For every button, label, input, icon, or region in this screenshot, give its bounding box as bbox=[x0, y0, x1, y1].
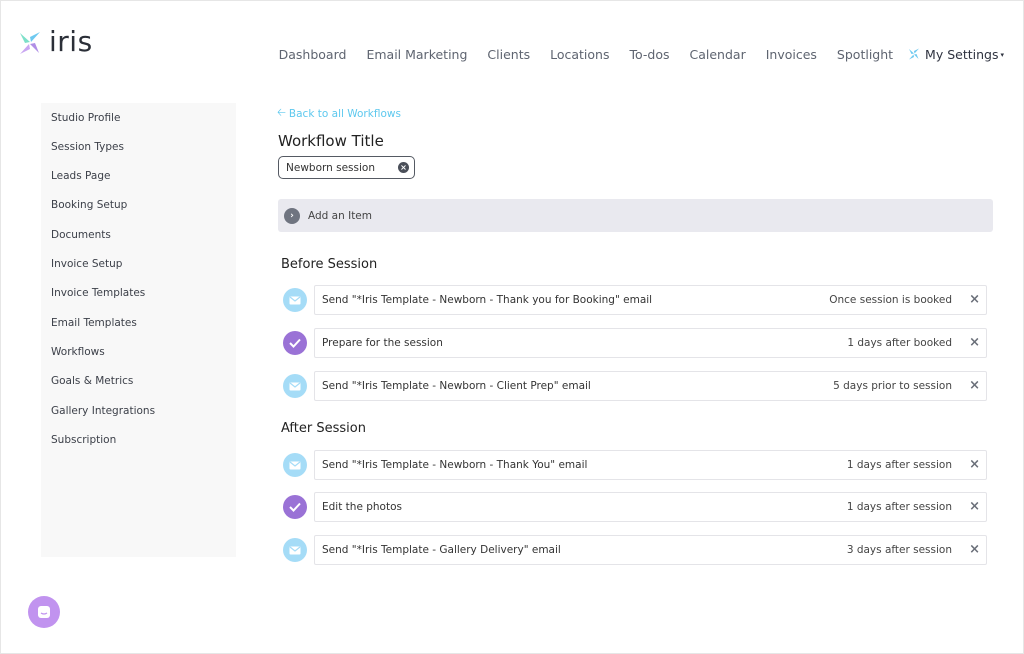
sidebar-item-goals-metrics[interactable]: Goals & Metrics bbox=[51, 375, 133, 387]
envelope-icon bbox=[283, 538, 307, 562]
sidebar-item-workflows[interactable]: Workflows bbox=[51, 346, 105, 358]
workflow-row: Prepare for the session 1 days after boo… bbox=[283, 328, 987, 358]
my-settings-label: My Settings bbox=[925, 46, 999, 62]
back-to-workflows-link[interactable]: 🡠 Back to all Workflows bbox=[277, 104, 401, 123]
workflow-item-timing[interactable]: 5 days prior to session bbox=[833, 380, 952, 392]
workflow-item-card[interactable]: Edit the photos 1 days after session × bbox=[314, 492, 987, 522]
workflow-row: Send "*Iris Template - Newborn - Thank Y… bbox=[283, 450, 987, 480]
sidebar-item-gallery-integrations[interactable]: Gallery Integrations bbox=[51, 405, 155, 417]
nav-spotlight[interactable]: Spotlight bbox=[837, 47, 893, 62]
workflow-item-timing[interactable]: 1 days after session bbox=[847, 501, 952, 513]
back-link-label: Back to all Workflows bbox=[288, 107, 401, 120]
workflow-row: Send "*Iris Template - Newborn - Client … bbox=[283, 371, 987, 401]
check-icon bbox=[283, 331, 307, 355]
workflow-row: Edit the photos 1 days after session × bbox=[283, 492, 987, 522]
chevron-right-icon: › bbox=[284, 207, 300, 224]
section-title-after-session: After Session bbox=[281, 421, 366, 436]
sidebar-item-session-types[interactable]: Session Types bbox=[51, 141, 124, 153]
nav-invoices[interactable]: Invoices bbox=[766, 47, 817, 62]
workflow-item-card[interactable]: Send "*Iris Template - Gallery Delivery"… bbox=[314, 535, 987, 565]
workflow-item-card[interactable]: Send "*Iris Template - Newborn - Client … bbox=[314, 371, 987, 401]
remove-icon[interactable]: × bbox=[969, 542, 980, 558]
workflow-item-timing[interactable]: Once session is booked bbox=[829, 294, 952, 306]
chat-icon bbox=[38, 606, 50, 618]
pinwheel-icon bbox=[909, 48, 920, 60]
workflow-title-field: × bbox=[278, 156, 415, 179]
workflow-row: Send "*Iris Template - Newborn - Thank y… bbox=[283, 285, 987, 315]
remove-icon[interactable]: × bbox=[969, 457, 980, 473]
chevron-down-icon: ▾ bbox=[1000, 50, 1004, 59]
workflow-item-description: Send "*Iris Template - Newborn - Thank Y… bbox=[322, 459, 588, 471]
nav-locations[interactable]: Locations bbox=[550, 47, 609, 62]
iris-logo[interactable]: iris bbox=[17, 24, 93, 59]
workflow-item-card[interactable]: Send "*Iris Template - Newborn - Thank y… bbox=[314, 285, 987, 315]
sidebar-item-invoice-templates[interactable]: Invoice Templates bbox=[51, 287, 145, 299]
arrow-left-icon: 🡠 bbox=[277, 106, 286, 119]
workflow-title-label: Workflow Title bbox=[278, 132, 384, 150]
check-icon bbox=[283, 495, 307, 519]
workflow-item-card[interactable]: Prepare for the session 1 days after boo… bbox=[314, 328, 987, 358]
nav-todos[interactable]: To-dos bbox=[630, 47, 670, 62]
workflow-item-description: Prepare for the session bbox=[322, 337, 443, 349]
section-title-before-session: Before Session bbox=[281, 257, 378, 272]
logo-wordmark: iris bbox=[49, 24, 93, 58]
workflow-item-description: Send "*Iris Template - Newborn - Client … bbox=[322, 380, 591, 392]
sidebar-item-subscription[interactable]: Subscription bbox=[51, 434, 116, 446]
workflow-item-card[interactable]: Send "*Iris Template - Newborn - Thank Y… bbox=[314, 450, 987, 480]
envelope-icon bbox=[283, 453, 307, 477]
nav-dashboard[interactable]: Dashboard bbox=[279, 47, 347, 62]
sidebar-item-leads-page[interactable]: Leads Page bbox=[51, 170, 110, 182]
top-nav: Dashboard Email Marketing Clients Locati… bbox=[279, 45, 1004, 63]
app-frame: iris Dashboard Email Marketing Clients L… bbox=[0, 0, 1024, 654]
nav-clients[interactable]: Clients bbox=[487, 47, 530, 62]
workflow-row: Send "*Iris Template - Gallery Delivery"… bbox=[283, 535, 987, 565]
sidebar-item-invoice-setup[interactable]: Invoice Setup bbox=[51, 258, 122, 270]
sidebar-item-studio-profile[interactable]: Studio Profile bbox=[51, 112, 120, 124]
workflow-title-input[interactable] bbox=[286, 161, 398, 174]
remove-icon[interactable]: × bbox=[969, 499, 980, 515]
iris-logo-icon bbox=[20, 32, 40, 54]
nav-email-marketing[interactable]: Email Marketing bbox=[366, 47, 467, 62]
sidebar-item-email-templates[interactable]: Email Templates bbox=[51, 317, 137, 329]
add-item-bar[interactable]: › Add an Item bbox=[278, 199, 993, 232]
workflow-item-description: Edit the photos bbox=[322, 501, 402, 513]
envelope-icon bbox=[283, 288, 307, 312]
my-settings-dropdown[interactable]: My Settings ▾ bbox=[907, 47, 1004, 62]
remove-icon[interactable]: × bbox=[969, 335, 980, 351]
clear-input-icon[interactable]: × bbox=[398, 162, 409, 173]
chat-launcher-button[interactable] bbox=[28, 596, 60, 628]
envelope-icon bbox=[283, 374, 307, 398]
nav-calendar[interactable]: Calendar bbox=[690, 47, 746, 62]
add-item-label: Add an Item bbox=[308, 209, 372, 222]
workflow-item-timing[interactable]: 1 days after session bbox=[847, 459, 952, 471]
workflow-item-timing[interactable]: 1 days after booked bbox=[847, 337, 952, 349]
workflow-item-timing[interactable]: 3 days after session bbox=[847, 544, 952, 556]
workflow-item-description: Send "*Iris Template - Gallery Delivery"… bbox=[322, 544, 561, 556]
remove-icon[interactable]: × bbox=[969, 292, 980, 308]
sidebar-item-booking-setup[interactable]: Booking Setup bbox=[51, 199, 127, 211]
remove-icon[interactable]: × bbox=[969, 378, 980, 394]
sidebar-item-documents[interactable]: Documents bbox=[51, 229, 111, 241]
settings-sidebar: Studio Profile Session Types Leads Page … bbox=[41, 103, 236, 557]
workflow-item-description: Send "*Iris Template - Newborn - Thank y… bbox=[322, 294, 653, 306]
